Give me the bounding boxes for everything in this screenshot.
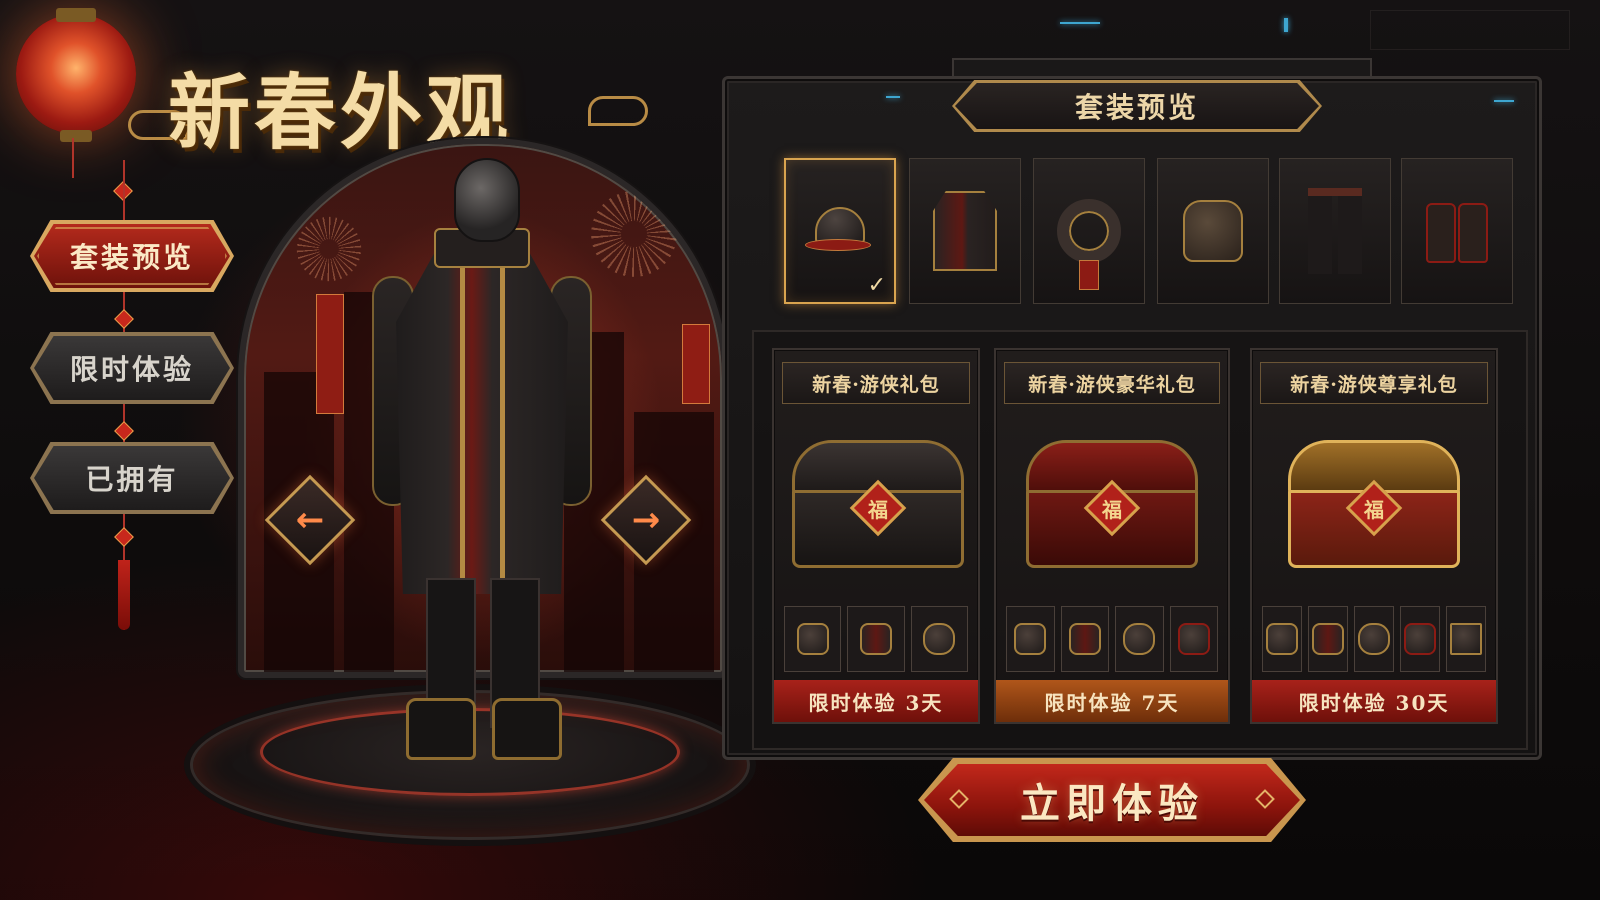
character-model[interactable] (372, 158, 592, 768)
bag-icon (910, 606, 968, 672)
tassel-icon (118, 560, 130, 630)
boots-icon (1422, 199, 1492, 263)
jacket-icon (1308, 606, 1348, 672)
bag-icon (1183, 200, 1243, 262)
item-slot-hat[interactable]: ✓ (784, 158, 896, 304)
gift-pack-premium[interactable]: 新春·游侠尊享礼包 福 限时体验 30天 (1250, 348, 1498, 724)
lantern-icon (16, 8, 136, 142)
pack-title: 新春·游侠尊享礼包 (1260, 362, 1488, 404)
pack-items (1006, 606, 1218, 672)
pants-icon (1308, 188, 1362, 274)
menu-item-limited-trial[interactable]: 限时体验 (34, 336, 230, 400)
gift-pack-basic[interactable]: 新春·游侠礼包 福 限时体验 3天 (772, 348, 980, 724)
item-slot-jacket[interactable] (909, 158, 1021, 304)
hanging-banner (682, 324, 710, 404)
bag-icon (1354, 606, 1394, 672)
menu-item-owned[interactable]: 已拥有 (34, 446, 230, 510)
jacket-icon (847, 606, 905, 672)
jacket-icon (933, 191, 997, 271)
cloud-ornament-icon (588, 96, 648, 126)
glow-accent (1060, 22, 1100, 24)
pack-items (1262, 606, 1486, 672)
firework-icon (574, 174, 694, 294)
pants-icon (1446, 606, 1486, 672)
pack-items (784, 606, 968, 672)
menu-item-label: 套装预览 (69, 241, 194, 274)
pack-duration: 限时体验 7天 (996, 680, 1228, 722)
character-coat-trim (500, 264, 505, 584)
check-icon: ✓ (867, 273, 886, 298)
gift-pack-deluxe[interactable]: 新春·游侠豪华礼包 福 限时体验 7天 (994, 348, 1230, 724)
collar-tag-icon (1079, 259, 1099, 290)
jacket-icon (1060, 606, 1109, 672)
collar-icon (1057, 199, 1121, 263)
chest-icon: 福 (792, 440, 964, 570)
boots-icon (1169, 606, 1218, 672)
item-slot-pants[interactable] (1279, 158, 1391, 304)
pack-duration: 限时体验 30天 (1252, 680, 1496, 722)
hanging-banner (316, 294, 344, 414)
item-slot-bag[interactable] (1157, 158, 1269, 304)
arrow-right-icon: → (631, 500, 661, 540)
chest-icon: 福 (1026, 440, 1198, 570)
item-slot-boots[interactable] (1401, 158, 1513, 304)
item-slot-collar[interactable] (1033, 158, 1145, 304)
pack-title: 新春·游侠豪华礼包 (1004, 362, 1220, 404)
pack-duration: 限时体验 3天 (774, 680, 978, 722)
try-now-button[interactable]: 立即体验 (924, 764, 1300, 836)
menu-item-label: 限时体验 (69, 353, 194, 386)
hat-icon (805, 207, 875, 255)
glow-accent (886, 96, 900, 98)
panel-title: 套装预览 (955, 83, 1319, 129)
pack-title: 新春·游侠礼包 (782, 362, 970, 404)
character-boot (406, 698, 476, 760)
character-boot (492, 698, 562, 760)
menu-item-label: 已拥有 (85, 463, 179, 496)
background-panel (1370, 10, 1570, 50)
character-coat (396, 254, 568, 594)
arrow-left-icon: ← (295, 500, 325, 540)
hat-icon (784, 606, 842, 672)
character-helmet (454, 158, 520, 242)
boots-icon (1400, 606, 1440, 672)
hat-icon (1006, 606, 1055, 672)
menu-item-suit-preview[interactable]: 套装预览 (34, 224, 230, 288)
bag-icon (1115, 606, 1164, 672)
hat-icon (1262, 606, 1302, 672)
hanging-cord (72, 138, 74, 178)
glow-accent (1494, 100, 1514, 102)
firework-icon (284, 204, 374, 294)
character-coat-trim (460, 264, 465, 584)
glow-accent (1284, 18, 1288, 32)
chest-icon: 福 (1288, 440, 1460, 570)
